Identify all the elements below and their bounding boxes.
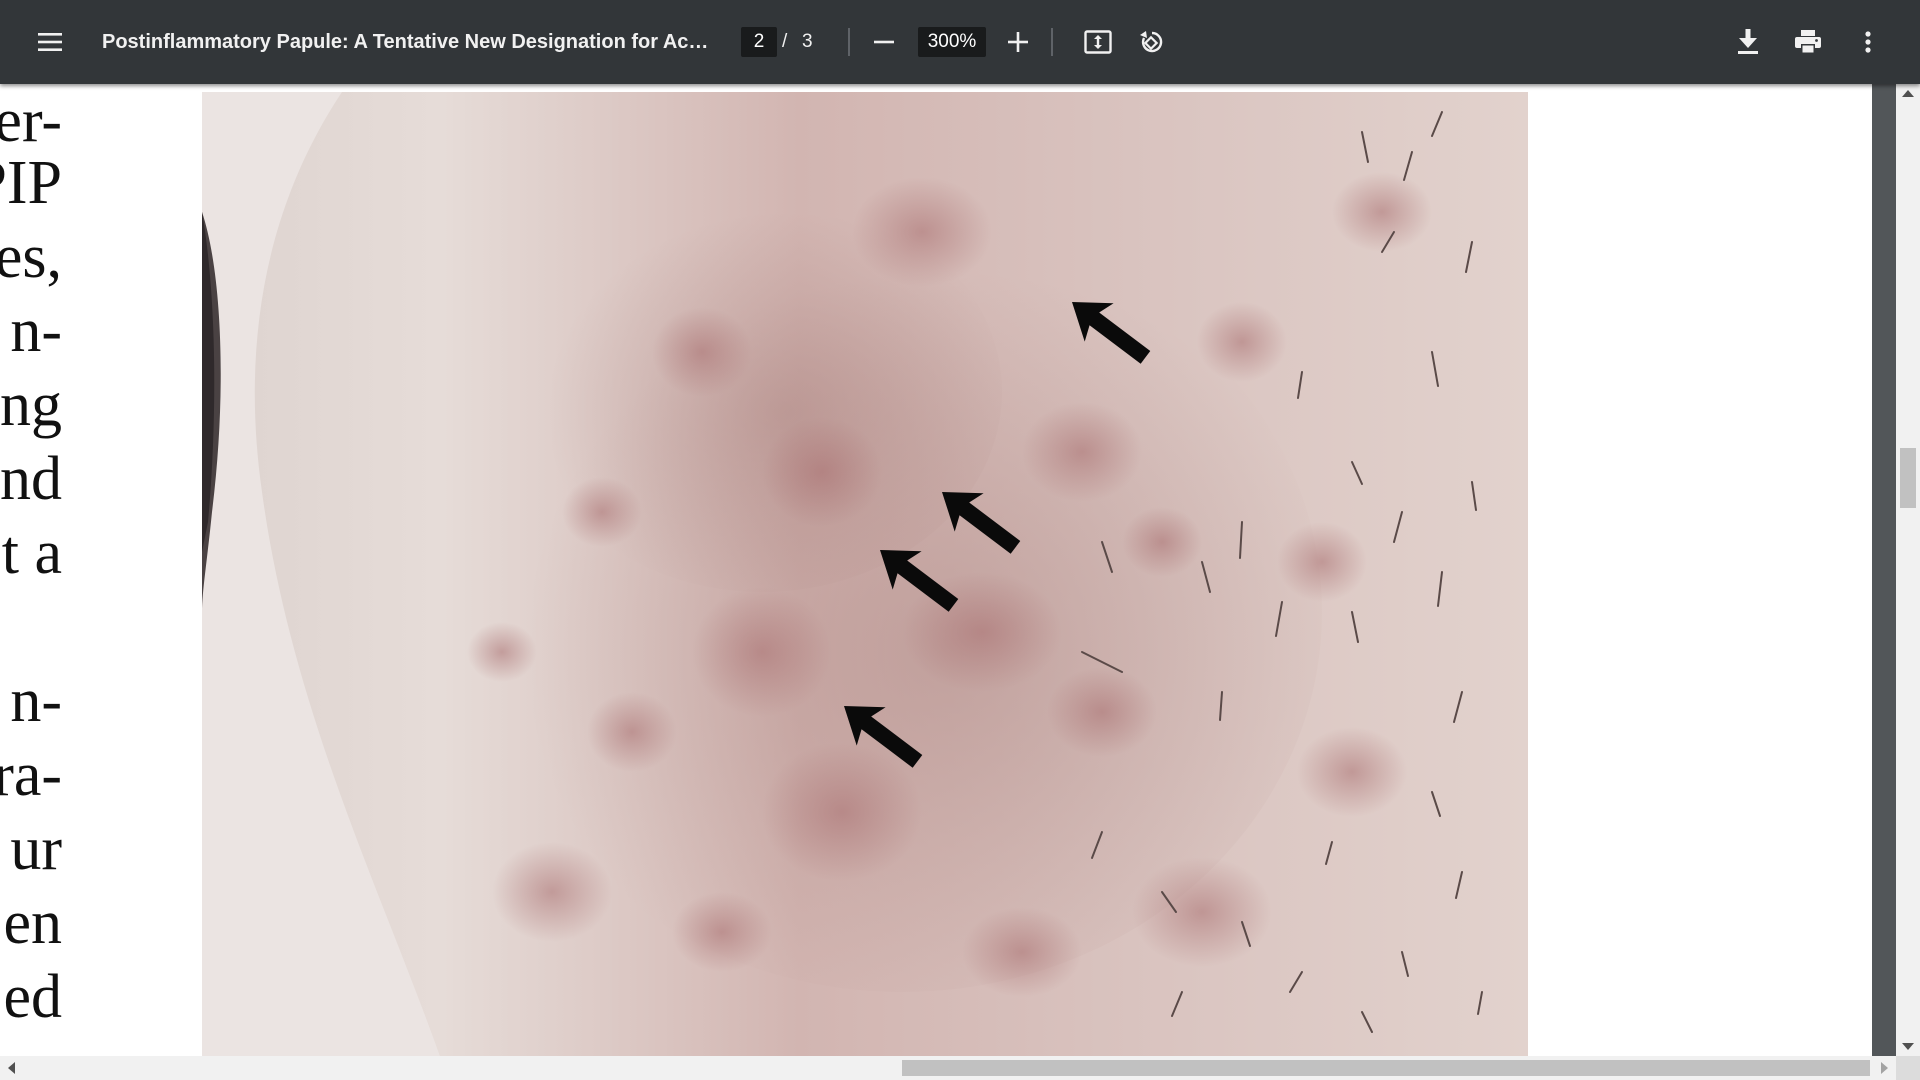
plus-icon <box>1008 32 1028 52</box>
scroll-down-icon[interactable] <box>1902 1043 1914 1050</box>
text-fragment: n- <box>10 667 62 735</box>
text-fragment: ed <box>3 963 62 1031</box>
horizontal-scroll-thumb[interactable] <box>902 1060 1870 1076</box>
more-vert-icon <box>1865 31 1871 53</box>
toolbar-divider <box>848 28 850 56</box>
text-fragment: PIP <box>0 149 62 217</box>
zoom-in-button[interactable] <box>996 20 1040 64</box>
download-icon <box>1738 29 1758 54</box>
page-total: 3 <box>802 31 813 52</box>
scroll-up-icon[interactable] <box>1902 90 1914 97</box>
print-icon <box>1795 30 1821 54</box>
text-fragment: en <box>3 889 62 957</box>
text-fragment: ng <box>0 371 62 439</box>
horizontal-scrollbar[interactable] <box>0 1056 1896 1080</box>
menu-icon <box>38 33 62 51</box>
clinical-photo-figure <box>202 92 1528 1056</box>
pdf-toolbar: Postinflammatory Papule: A Tentative New… <box>0 0 1920 84</box>
scrollbar-corner <box>1896 1056 1920 1080</box>
scroll-left-icon[interactable] <box>8 1062 15 1074</box>
rotate-button[interactable] <box>1128 20 1176 64</box>
vertical-scroll-thumb[interactable] <box>1900 448 1916 508</box>
pdf-viewer[interactable]: er- PIP es, n- ng nd t a n- ra- ur en ed <box>0 84 1896 1056</box>
page-text-column: er- PIP es, n- ng nd t a n- ra- ur en ed <box>0 84 70 1056</box>
fit-to-page-button[interactable] <box>1074 20 1122 64</box>
page-number-input[interactable]: 2 <box>741 27 777 57</box>
pdf-page: er- PIP es, n- ng nd t a n- ra- ur en ed <box>0 84 1872 1056</box>
text-fragment: es, <box>0 223 62 291</box>
minus-icon <box>874 40 894 44</box>
zoom-out-button[interactable] <box>862 20 906 64</box>
toolbar-divider <box>1051 28 1053 56</box>
zoom-level-input[interactable]: 300% <box>918 27 986 57</box>
rotate-counterclockwise-icon <box>1140 31 1163 53</box>
text-fragment: n- <box>10 297 62 365</box>
text-fragment: t a <box>1 519 62 587</box>
document-title: Postinflammatory Papule: A Tentative New… <box>102 31 712 53</box>
more-actions-button[interactable] <box>1844 20 1892 64</box>
text-fragment: ra- <box>0 741 62 809</box>
vertical-scrollbar[interactable] <box>1896 84 1920 1056</box>
text-fragment: nd <box>0 445 62 513</box>
fit-to-page-icon <box>1084 30 1112 54</box>
download-button[interactable] <box>1724 20 1772 64</box>
scroll-right-icon[interactable] <box>1881 1062 1888 1074</box>
menu-button[interactable] <box>26 20 74 64</box>
skin-photo <box>202 92 1528 1056</box>
text-fragment: ur <box>10 815 62 883</box>
print-button[interactable] <box>1784 20 1832 64</box>
text-fragment: er- <box>0 87 62 155</box>
page-separator: / <box>782 31 788 52</box>
